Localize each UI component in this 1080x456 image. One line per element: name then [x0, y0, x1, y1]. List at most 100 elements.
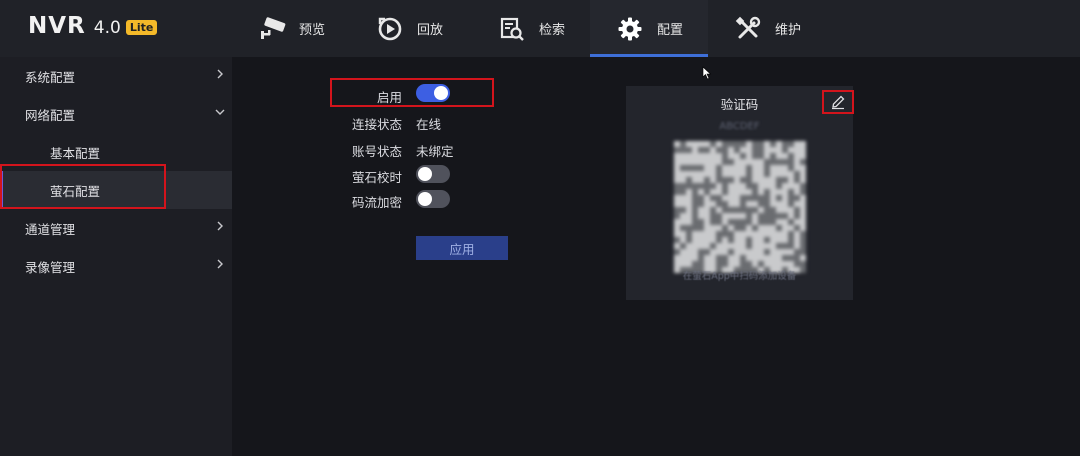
qr-cell [752, 195, 758, 201]
qr-cell [740, 255, 746, 261]
qr-cell [758, 195, 764, 201]
qr-cell [722, 255, 728, 261]
qr-cell [794, 213, 800, 219]
qr-cell [788, 231, 794, 237]
qr-cell [716, 261, 722, 267]
qr-cell [716, 237, 722, 243]
qr-cell [740, 261, 746, 267]
qr-cell [686, 237, 692, 243]
mouse-cursor-icon [702, 66, 712, 80]
qr-cell [752, 189, 758, 195]
qr-cell [710, 195, 716, 201]
qr-cell [692, 225, 698, 231]
qr-cell [758, 141, 764, 147]
qr-cell [788, 159, 794, 165]
qr-cell [692, 213, 698, 219]
qr-cell [782, 177, 788, 183]
connection-status-label: 连接状态 [351, 117, 402, 132]
qr-cell [722, 153, 728, 159]
qr-cell [746, 183, 752, 189]
sidebar-item-basic-config[interactable]: 基本配置 [0, 133, 232, 171]
qr-cell [722, 231, 728, 237]
tab-config[interactable]: 配置 [590, 0, 708, 57]
qr-cell [740, 153, 746, 159]
qr-cell [728, 159, 734, 165]
qr-cell [800, 243, 806, 249]
qr-cell [800, 159, 806, 165]
apply-button[interactable]: 应用 [416, 236, 508, 260]
logo-version: 4.0 [93, 18, 121, 38]
qr-cell [800, 249, 806, 255]
qr-cell [758, 147, 764, 153]
tab-maintenance[interactable]: 维护 [708, 0, 826, 57]
chevron-right-icon [217, 221, 223, 231]
sidebar: 系统配置 网络配置 基本配置 萤石配置 通道管理 录像管理 [0, 57, 232, 456]
verification-code-value: ABCDEF [719, 121, 760, 132]
camera-icon [257, 14, 287, 44]
qr-cell [716, 213, 722, 219]
sidebar-item-channel-management[interactable]: 通道管理 [0, 209, 232, 247]
qr-cell [758, 201, 764, 207]
qr-cell [794, 177, 800, 183]
qr-cell [716, 165, 722, 171]
qr-cell [716, 177, 722, 183]
qr-cell [788, 165, 794, 171]
time-sync-toggle[interactable] [416, 165, 450, 183]
qr-cell [776, 177, 782, 183]
qr-cell [686, 183, 692, 189]
qr-cell [728, 207, 734, 213]
sidebar-item-recording-management[interactable]: 录像管理 [0, 247, 232, 285]
sidebar-item-system-config[interactable]: 系统配置 [0, 57, 232, 95]
qr-cell [776, 225, 782, 231]
qr-scan-caption: 在萤石App中扫码添加设备 [682, 271, 797, 282]
qr-cell [680, 225, 686, 231]
qr-cell [716, 171, 722, 177]
qr-cell [716, 147, 722, 153]
qr-cell [680, 141, 686, 147]
tools-icon [733, 14, 763, 44]
qr-cell [728, 231, 734, 237]
qr-cell [704, 189, 710, 195]
qr-cell [752, 147, 758, 153]
qr-cell [698, 195, 704, 201]
qr-cell [680, 183, 686, 189]
tab-playback[interactable]: 回放 [350, 0, 468, 57]
sidebar-item-network-config[interactable]: 网络配置 [0, 95, 232, 133]
qr-cell [770, 153, 776, 159]
qr-cell [746, 237, 752, 243]
pencil-icon[interactable] [829, 93, 847, 111]
chevron-right-icon [217, 259, 223, 269]
qr-cell [680, 189, 686, 195]
qr-cell [758, 261, 764, 267]
qr-cell [740, 195, 746, 201]
qr-cell [698, 225, 704, 231]
stream-encryption-toggle[interactable] [416, 190, 450, 208]
qr-cell [782, 213, 788, 219]
tab-search[interactable]: 检索 [472, 0, 590, 57]
qr-cell [698, 165, 704, 171]
qr-cell [800, 183, 806, 189]
qr-cell [794, 195, 800, 201]
enable-toggle[interactable] [416, 84, 450, 102]
qr-cell [722, 147, 728, 153]
qr-cell [740, 177, 746, 183]
tab-maintenance-label: 维护 [774, 23, 801, 38]
tab-preview[interactable]: 预览 [232, 0, 350, 57]
chevron-down-icon [215, 109, 225, 115]
qr-cell [776, 159, 782, 165]
qr-cell [710, 243, 716, 249]
qr-cell [752, 153, 758, 159]
qr-cell [776, 243, 782, 249]
qr-cell [764, 165, 770, 171]
qr-cell [722, 189, 728, 195]
qr-cell [704, 249, 710, 255]
qr-cell [686, 147, 692, 153]
qr-cell [710, 207, 716, 213]
nvr-logo: NVR 4.0 Lite [28, 13, 158, 43]
qr-cell [674, 183, 680, 189]
qr-cell [698, 219, 704, 225]
sidebar-item-ezviz-config[interactable]: 萤石配置 [0, 171, 232, 209]
top-bar: NVR 4.0 Lite 预览 回放 检索 配置 维护 [0, 0, 1080, 57]
qr-cell [794, 249, 800, 255]
qr-card: 验证码 ABCDEF 在萤石App中扫码添加设备 [626, 86, 853, 300]
